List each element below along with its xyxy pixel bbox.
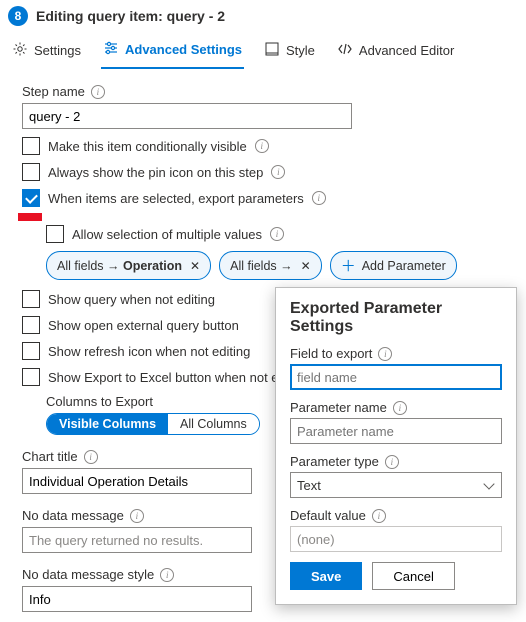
info-icon[interactable]: i <box>270 227 284 241</box>
checkbox-export-excel[interactable] <box>22 368 40 386</box>
parameter-type-label: Parameter type <box>290 454 379 469</box>
close-icon[interactable]: ✕ <box>190 259 200 273</box>
columns-export-toggle: Visible Columns All Columns <box>46 413 260 435</box>
checkbox-pin-icon[interactable] <box>22 163 40 181</box>
info-icon[interactable]: i <box>385 455 399 469</box>
annotation-highlight <box>18 213 42 221</box>
tab-label: Advanced Editor <box>359 43 454 58</box>
add-icon: ＋ <box>341 255 356 276</box>
chevron-down-icon <box>483 478 494 489</box>
checkbox-label: When items are selected, export paramete… <box>48 191 304 206</box>
no-data-message-input[interactable] <box>22 527 252 553</box>
close-icon[interactable]: ✕ <box>301 259 311 273</box>
default-value-label: Default value <box>290 508 366 523</box>
info-icon[interactable]: i <box>130 509 144 523</box>
style-icon <box>264 41 280 60</box>
checkbox-label: Show open external query button <box>48 318 239 333</box>
param-pill-empty[interactable]: All fields → ✕ <box>219 251 322 280</box>
chart-title-label: Chart title <box>22 449 78 464</box>
field-to-export-input[interactable] <box>290 364 502 390</box>
checkbox-label: Make this item conditionally visible <box>48 139 247 154</box>
checkbox-conditionally-visible[interactable] <box>22 137 40 155</box>
info-icon[interactable]: i <box>91 85 105 99</box>
checkbox-show-query[interactable] <box>22 290 40 308</box>
tab-advanced-settings[interactable]: Advanced Settings <box>101 34 244 69</box>
info-icon[interactable]: i <box>84 450 98 464</box>
checkbox-refresh-icon[interactable] <box>22 342 40 360</box>
tab-style[interactable]: Style <box>262 34 317 69</box>
header-title: Editing query item: query - 2 <box>36 8 225 24</box>
param-pill-operation[interactable]: All fields → Operation ✕ <box>46 251 211 280</box>
info-icon[interactable]: i <box>378 347 392 361</box>
cancel-button[interactable]: Cancel <box>372 562 454 590</box>
info-icon[interactable]: i <box>271 165 285 179</box>
checkbox-label: Show refresh icon when not editing <box>48 344 250 359</box>
tab-settings[interactable]: Settings <box>10 34 83 69</box>
checkbox-label: Show Export to Excel button when not edi… <box>48 370 310 385</box>
tab-label: Style <box>286 43 315 58</box>
field-to-export-label: Field to export <box>290 346 372 361</box>
seg-visible-columns[interactable]: Visible Columns <box>47 414 168 434</box>
parameter-type-select[interactable]: Text <box>290 472 502 498</box>
step-name-input[interactable] <box>22 103 352 129</box>
chart-title-input[interactable] <box>22 468 252 494</box>
info-icon[interactable]: i <box>372 509 386 523</box>
default-value-input[interactable] <box>290 526 502 552</box>
parameter-name-input[interactable] <box>290 418 502 444</box>
info-icon[interactable]: i <box>255 139 269 153</box>
checkbox-label: Always show the pin icon on this step <box>48 165 263 180</box>
editor-header: 8 Editing query item: query - 2 <box>0 0 526 28</box>
checkbox-open-external[interactable] <box>22 316 40 334</box>
seg-all-columns[interactable]: All Columns <box>168 414 259 434</box>
info-icon[interactable]: i <box>312 191 326 205</box>
code-icon <box>337 41 353 60</box>
no-data-style-select[interactable] <box>22 586 252 612</box>
tab-bar: Settings Advanced Settings Style Advance… <box>0 28 526 70</box>
checkbox-multiple-values[interactable] <box>46 225 64 243</box>
tab-advanced-editor[interactable]: Advanced Editor <box>335 34 456 69</box>
checkbox-label: Allow selection of multiple values <box>72 227 262 242</box>
step-name-label: Step name <box>22 84 85 99</box>
no-data-message-label: No data message <box>22 508 124 523</box>
add-parameter-button[interactable]: ＋ Add Parameter <box>330 251 457 280</box>
info-icon[interactable]: i <box>393 401 407 415</box>
popup-title: Exported Parameter Settings <box>290 300 502 336</box>
checkbox-label: Show query when not editing <box>48 292 215 307</box>
info-icon[interactable]: i <box>160 568 174 582</box>
checkbox-export-parameters[interactable] <box>22 189 40 207</box>
gear-icon <box>12 41 28 60</box>
exported-params-pills: All fields → Operation ✕ All fields → ✕ … <box>46 251 508 280</box>
sliders-icon <box>103 40 119 59</box>
save-button[interactable]: Save <box>290 562 362 590</box>
parameter-name-label: Parameter name <box>290 400 387 415</box>
exported-parameter-settings-popup: Exported Parameter Settings Field to exp… <box>275 287 517 605</box>
tab-label: Settings <box>34 43 81 58</box>
tab-label: Advanced Settings <box>125 42 242 57</box>
no-data-style-label: No data message style <box>22 567 154 582</box>
step-number-badge: 8 <box>8 6 28 26</box>
